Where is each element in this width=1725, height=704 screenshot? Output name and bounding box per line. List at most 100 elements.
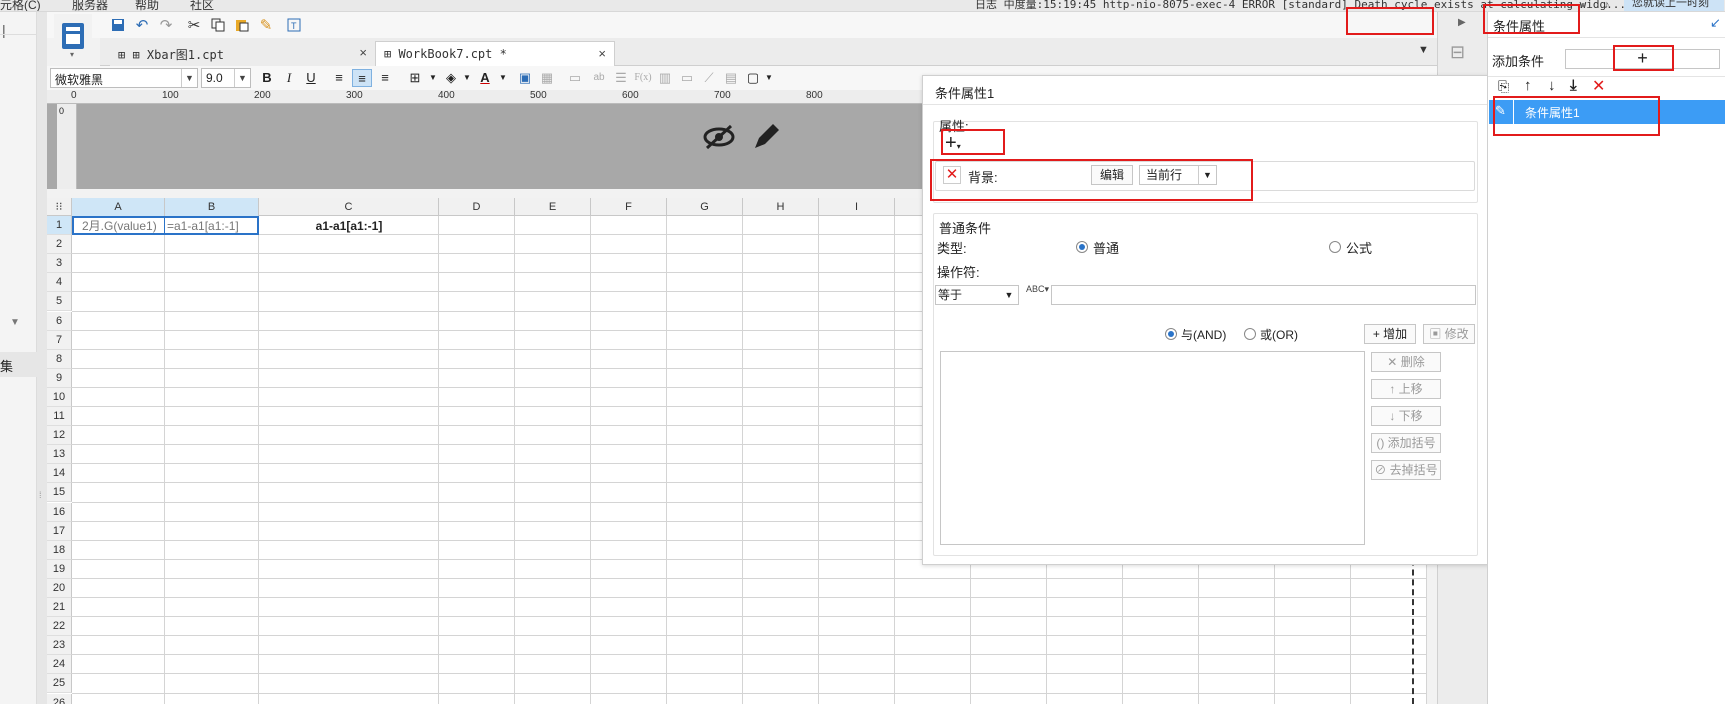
tab-xbar[interactable]: ⊞ ⊞ Xbar图1.cpt ×	[110, 41, 375, 66]
row-header[interactable]: 11	[47, 407, 72, 427]
condition-list-item[interactable]: ✎ 条件属性1	[1489, 100, 1725, 124]
row-header[interactable]: 10	[47, 387, 72, 407]
row-header[interactable]: 21	[47, 598, 72, 618]
border-dropdown-icon[interactable]: ▼	[423, 69, 443, 87]
move-down-button[interactable]: ↓ 下移	[1371, 406, 1441, 426]
row-header[interactable]: 20	[47, 578, 72, 598]
border-icon[interactable]: ⊞	[405, 69, 425, 87]
type-formula-radio[interactable]	[1329, 241, 1341, 253]
close-icon[interactable]: ×	[359, 45, 367, 60]
expand-icon[interactable]: ▶	[1458, 17, 1466, 28]
copy-icon[interactable]	[207, 14, 229, 36]
row-header[interactable]: 17	[47, 521, 72, 541]
text-color-dropdown-icon[interactable]: ▼	[493, 69, 513, 87]
column-header[interactable]: E	[515, 198, 591, 216]
menu-server[interactable]: 服务器	[72, 0, 108, 11]
row-header[interactable]: 3	[47, 254, 72, 274]
pencil-icon[interactable]	[751, 120, 783, 155]
or-radio[interactable]	[1244, 328, 1256, 340]
save-icon[interactable]	[107, 14, 129, 36]
delete-icon[interactable]: ✕	[1592, 76, 1605, 96]
remove-bracket-button[interactable]: ⊘ 去掉括号	[1371, 460, 1441, 480]
arrow-up-icon[interactable]: ↑	[1524, 77, 1532, 94]
cell-c1[interactable]: a1-a1[a1:-1]	[261, 217, 437, 235]
row-header[interactable]: 4	[47, 273, 72, 293]
chevron-down-icon[interactable]: ▼	[10, 317, 20, 328]
row-header[interactable]: 26	[47, 693, 72, 704]
remove-icon[interactable]: ✕	[943, 166, 961, 184]
paste-icon[interactable]	[231, 14, 253, 36]
row-header[interactable]: 19	[47, 559, 72, 579]
column-header[interactable]: I	[819, 198, 895, 216]
move-up-button[interactable]: ↑ 上移	[1371, 379, 1441, 399]
column-header[interactable]: B	[165, 198, 259, 216]
italic-button[interactable]: I	[279, 69, 299, 87]
row-header[interactable]: 8	[47, 349, 72, 369]
column-header[interactable]: A	[72, 198, 165, 216]
row-header[interactable]: 7	[47, 330, 72, 350]
menu-help[interactable]: 帮助	[135, 0, 159, 11]
row-header[interactable]: 6	[47, 311, 72, 331]
text-color-button[interactable]: A	[475, 69, 495, 87]
column-header[interactable]: C	[259, 198, 439, 216]
row-header[interactable]: 12	[47, 426, 72, 446]
align-right-icon[interactable]: ≡	[375, 69, 395, 87]
column-header[interactable]: H	[743, 198, 819, 216]
tab-menu-icon[interactable]: ▼	[1418, 44, 1429, 56]
close-icon[interactable]: ×	[598, 46, 606, 61]
menu-community[interactable]: 社区	[190, 0, 214, 11]
redo-icon[interactable]: ↷	[155, 14, 177, 36]
and-radio[interactable]	[1165, 328, 1177, 340]
row-header[interactable]: 1	[47, 216, 72, 236]
row-header[interactable]: 13	[47, 445, 72, 465]
bold-button[interactable]: B	[257, 69, 277, 87]
template-dropdown-icon[interactable]: ▾	[70, 50, 74, 59]
add-condition-button[interactable]: +	[1565, 49, 1720, 69]
image-icon[interactable]: ▣	[515, 69, 535, 87]
row-header[interactable]: 9	[47, 368, 72, 388]
column-header[interactable]: D	[439, 198, 515, 216]
scope-select[interactable]: 当前行 ▼	[1139, 165, 1217, 185]
insert-icon[interactable]: T	[283, 14, 305, 36]
font-family-select[interactable]: 微软雅黑 ▼	[50, 68, 198, 88]
tab-workbook7[interactable]: ⊞ WorkBook7.cpt * ×	[375, 41, 615, 66]
search-icon[interactable]: ⌕	[1580, 0, 1586, 11]
move-bottom-icon[interactable]: ⤓	[1570, 77, 1577, 94]
row-header[interactable]: 23	[47, 636, 72, 656]
arrow-down-icon[interactable]: ↓	[1548, 77, 1556, 94]
cut-icon[interactable]: ✂	[183, 14, 205, 36]
operator-select[interactable]: 等于 ▼	[935, 285, 1019, 305]
format-painter-icon[interactable]: ✎	[255, 14, 277, 36]
align-left-icon[interactable]: ≡	[329, 69, 349, 87]
align-center-icon[interactable]: ≡	[352, 69, 372, 87]
add-button[interactable]: + 增加	[1364, 324, 1416, 344]
row-header[interactable]: 15	[47, 483, 72, 503]
background-preview[interactable]	[1005, 165, 1085, 187]
bell-icon[interactable]: ♪	[1604, 0, 1610, 11]
delete-button[interactable]: ✕ 删除	[1371, 352, 1441, 372]
row-header[interactable]: 2	[47, 235, 72, 255]
fill-dropdown-icon[interactable]: ▼	[457, 69, 477, 87]
row-header[interactable]: 18	[47, 540, 72, 560]
cell-attribute-icon[interactable]: ⊟	[1450, 42, 1465, 63]
modify-button[interactable]: ▣ 修改	[1423, 324, 1475, 344]
add-attribute-button[interactable]: +▾	[945, 133, 961, 156]
select-all-icon[interactable]: ⁝⁝	[47, 198, 72, 216]
eye-hidden-icon[interactable]	[702, 122, 736, 155]
left-panel-item[interactable]: 集	[0, 352, 37, 377]
add-bracket-button[interactable]: () 添加括号	[1371, 433, 1441, 453]
font-size-select[interactable]: 9.0 ▼	[201, 68, 251, 88]
row-header[interactable]: 16	[47, 502, 72, 522]
value-input[interactable]	[1051, 285, 1476, 305]
row-header[interactable]: 14	[47, 464, 72, 484]
value-type-icon[interactable]: ABC▾	[1026, 285, 1049, 294]
undo-icon[interactable]: ↶	[131, 14, 153, 36]
resize-handle-icon[interactable]: ⁞	[39, 490, 42, 500]
copy-icon[interactable]: ⎘	[1498, 78, 1509, 95]
frame-dropdown-icon[interactable]: ▼	[759, 69, 779, 87]
column-header[interactable]: F	[591, 198, 667, 216]
underline-button[interactable]: U	[301, 69, 321, 87]
type-normal-radio[interactable]	[1076, 241, 1088, 253]
row-header[interactable]: 22	[47, 617, 72, 637]
menu-cell[interactable]: 元格(C)	[0, 0, 41, 11]
